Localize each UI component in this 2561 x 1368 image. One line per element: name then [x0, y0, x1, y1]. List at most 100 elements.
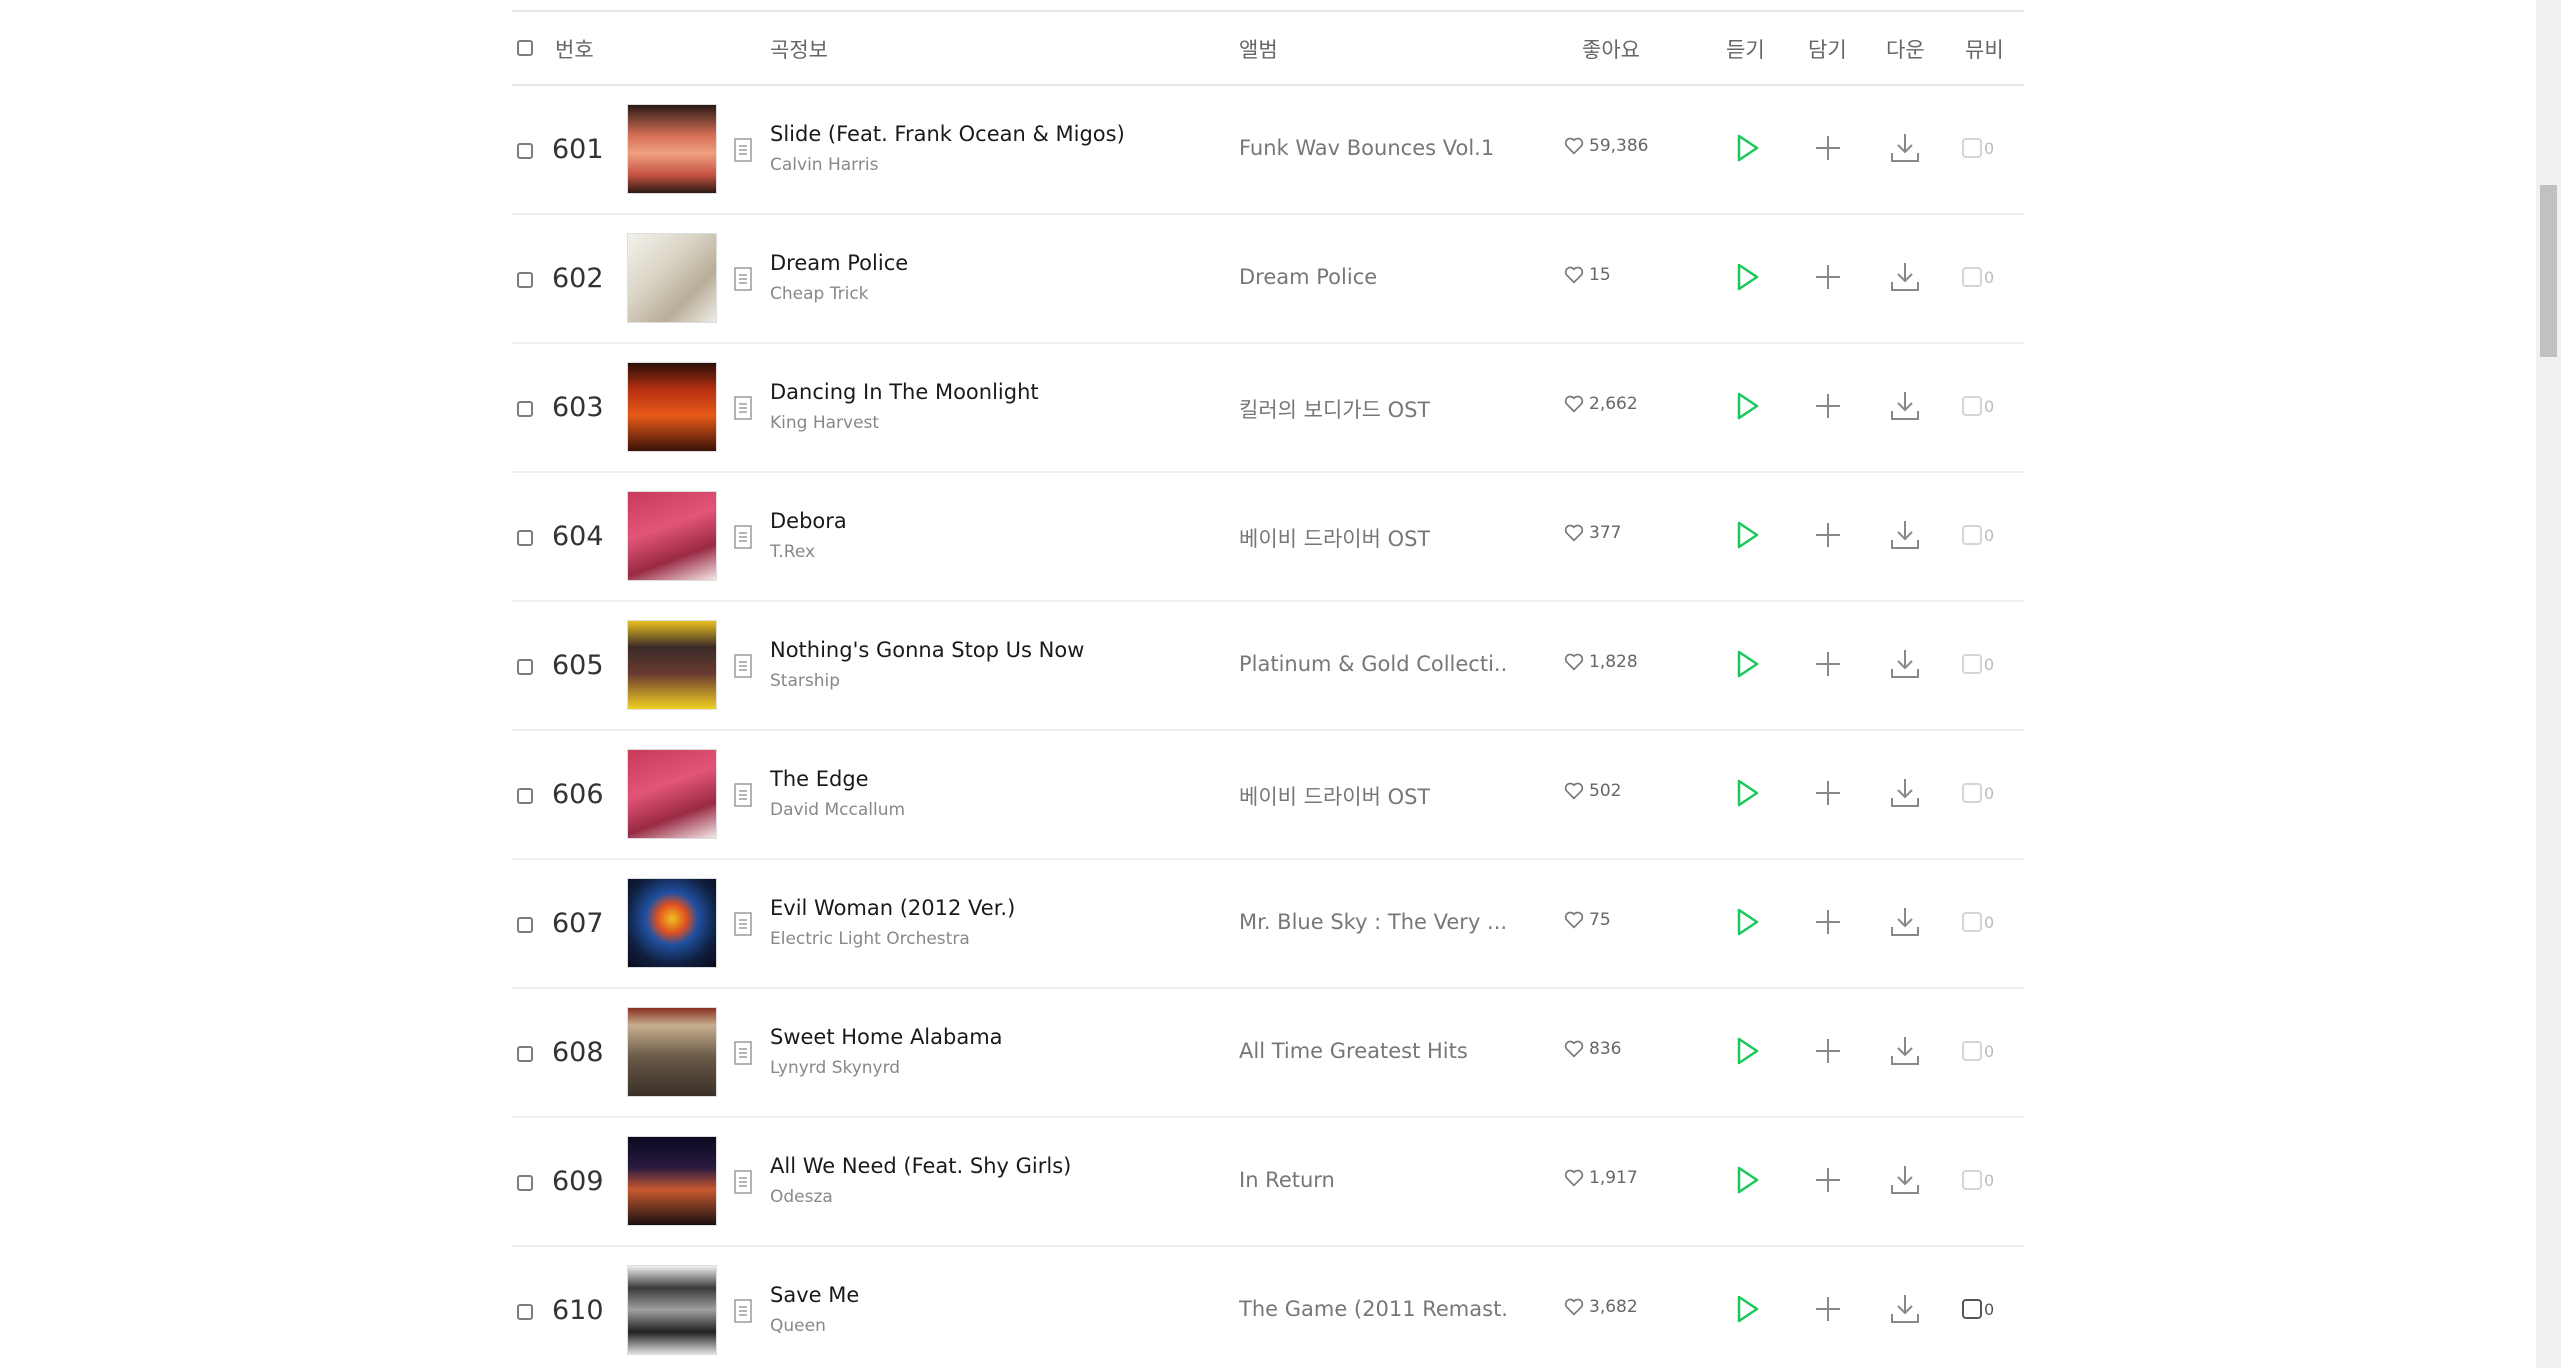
album-name[interactable]: Dream Police	[1239, 265, 1377, 289]
mv-button[interactable]: 0	[1962, 1163, 1996, 1197]
mv-button[interactable]: 0	[1962, 1034, 1996, 1068]
album-cover[interactable]	[627, 1136, 717, 1226]
album-cover[interactable]	[627, 749, 717, 839]
song-info-icon[interactable]	[734, 525, 752, 549]
play-icon[interactable]	[1729, 905, 1763, 939]
album-cover[interactable]	[627, 233, 717, 323]
like-button[interactable]: 59,386	[1564, 136, 1648, 156]
mv-button[interactable]: 0	[1962, 776, 1996, 810]
like-button[interactable]: 377	[1564, 523, 1621, 543]
download-icon[interactable]	[1888, 647, 1922, 681]
song-info-icon[interactable]	[734, 138, 752, 162]
mv-button[interactable]: 0	[1962, 131, 1996, 165]
row-checkbox[interactable]	[517, 1046, 533, 1062]
artist-name[interactable]: Lynyrd Skynyrd	[770, 1058, 900, 1078]
mv-button[interactable]: 0	[1962, 389, 1996, 423]
play-icon[interactable]	[1729, 776, 1763, 810]
row-checkbox[interactable]	[517, 401, 533, 417]
mv-button[interactable]: 0	[1962, 905, 1996, 939]
add-icon[interactable]	[1811, 518, 1845, 552]
album-cover[interactable]	[627, 1007, 717, 1097]
scrollbar-thumb[interactable]	[2540, 185, 2557, 357]
album-name[interactable]: Funk Wav Bounces Vol.1	[1239, 136, 1494, 160]
song-title[interactable]: Nothing's Gonna Stop Us Now	[770, 638, 1084, 662]
song-title[interactable]: Slide (Feat. Frank Ocean & Migos)	[770, 122, 1125, 146]
add-icon[interactable]	[1811, 1292, 1845, 1326]
play-icon[interactable]	[1729, 389, 1763, 423]
mv-button[interactable]: 0	[1962, 647, 1996, 681]
artist-name[interactable]: King Harvest	[770, 413, 879, 433]
play-icon[interactable]	[1729, 647, 1763, 681]
artist-name[interactable]: Electric Light Orchestra	[770, 929, 970, 949]
play-icon[interactable]	[1729, 1292, 1763, 1326]
like-button[interactable]: 3,682	[1564, 1297, 1638, 1317]
artist-name[interactable]: Cheap Trick	[770, 284, 869, 304]
download-icon[interactable]	[1888, 1163, 1922, 1197]
album-name[interactable]: The Game (2011 Remast...	[1239, 1297, 1509, 1321]
song-info-icon[interactable]	[734, 654, 752, 678]
mv-button[interactable]: 0	[1962, 518, 1996, 552]
play-icon[interactable]	[1729, 131, 1763, 165]
like-button[interactable]: 836	[1564, 1039, 1621, 1059]
download-icon[interactable]	[1888, 518, 1922, 552]
like-button[interactable]: 1,917	[1564, 1168, 1638, 1188]
song-title[interactable]: Evil Woman (2012 Ver.)	[770, 896, 1015, 920]
album-name[interactable]: Platinum & Gold Collecti...	[1239, 652, 1509, 676]
download-icon[interactable]	[1888, 131, 1922, 165]
song-info-icon[interactable]	[734, 267, 752, 291]
artist-name[interactable]: T.Rex	[770, 542, 815, 562]
album-name[interactable]: 베이비 드라이버 OST	[1239, 781, 1430, 811]
album-cover[interactable]	[627, 104, 717, 194]
like-button[interactable]: 502	[1564, 781, 1621, 801]
add-icon[interactable]	[1811, 647, 1845, 681]
artist-name[interactable]: David Mccallum	[770, 800, 905, 820]
artist-name[interactable]: Starship	[770, 671, 840, 691]
artist-name[interactable]: Calvin Harris	[770, 155, 878, 175]
album-name[interactable]: All Time Greatest Hits	[1239, 1039, 1468, 1063]
song-info-icon[interactable]	[734, 1170, 752, 1194]
vertical-scrollbar[interactable]	[2536, 0, 2561, 1368]
download-icon[interactable]	[1888, 1034, 1922, 1068]
song-title[interactable]: Save Me	[770, 1283, 859, 1307]
album-cover[interactable]	[627, 620, 717, 710]
add-icon[interactable]	[1811, 389, 1845, 423]
song-info-icon[interactable]	[734, 1299, 752, 1323]
song-title[interactable]: All We Need (Feat. Shy Girls)	[770, 1154, 1071, 1178]
mv-button[interactable]: 0	[1962, 1292, 1996, 1326]
play-icon[interactable]	[1729, 260, 1763, 294]
song-title[interactable]: Dream Police	[770, 251, 908, 275]
add-icon[interactable]	[1811, 776, 1845, 810]
like-button[interactable]: 1,828	[1564, 652, 1638, 672]
download-icon[interactable]	[1888, 260, 1922, 294]
song-title[interactable]: The Edge	[770, 767, 869, 791]
add-icon[interactable]	[1811, 131, 1845, 165]
album-cover[interactable]	[627, 362, 717, 452]
row-checkbox[interactable]	[517, 917, 533, 933]
add-icon[interactable]	[1811, 260, 1845, 294]
album-name[interactable]: In Return	[1239, 1168, 1335, 1192]
album-name[interactable]: Mr. Blue Sky : The Very ...	[1239, 910, 1507, 934]
song-title[interactable]: Debora	[770, 509, 847, 533]
artist-name[interactable]: Queen	[770, 1316, 826, 1336]
play-icon[interactable]	[1729, 1163, 1763, 1197]
row-checkbox[interactable]	[517, 659, 533, 675]
play-icon[interactable]	[1729, 518, 1763, 552]
select-all-checkbox[interactable]	[517, 40, 533, 56]
add-icon[interactable]	[1811, 1034, 1845, 1068]
like-button[interactable]: 15	[1564, 265, 1611, 285]
album-cover[interactable]	[627, 491, 717, 581]
download-icon[interactable]	[1888, 389, 1922, 423]
like-button[interactable]: 75	[1564, 910, 1611, 930]
song-info-icon[interactable]	[734, 912, 752, 936]
song-title[interactable]: Sweet Home Alabama	[770, 1025, 1003, 1049]
mv-button[interactable]: 0	[1962, 260, 1996, 294]
song-info-icon[interactable]	[734, 1041, 752, 1065]
album-cover[interactable]	[627, 878, 717, 968]
download-icon[interactable]	[1888, 776, 1922, 810]
artist-name[interactable]: Odesza	[770, 1187, 833, 1207]
album-cover[interactable]	[627, 1265, 717, 1355]
song-info-icon[interactable]	[734, 783, 752, 807]
download-icon[interactable]	[1888, 1292, 1922, 1326]
download-icon[interactable]	[1888, 905, 1922, 939]
row-checkbox[interactable]	[517, 1304, 533, 1320]
